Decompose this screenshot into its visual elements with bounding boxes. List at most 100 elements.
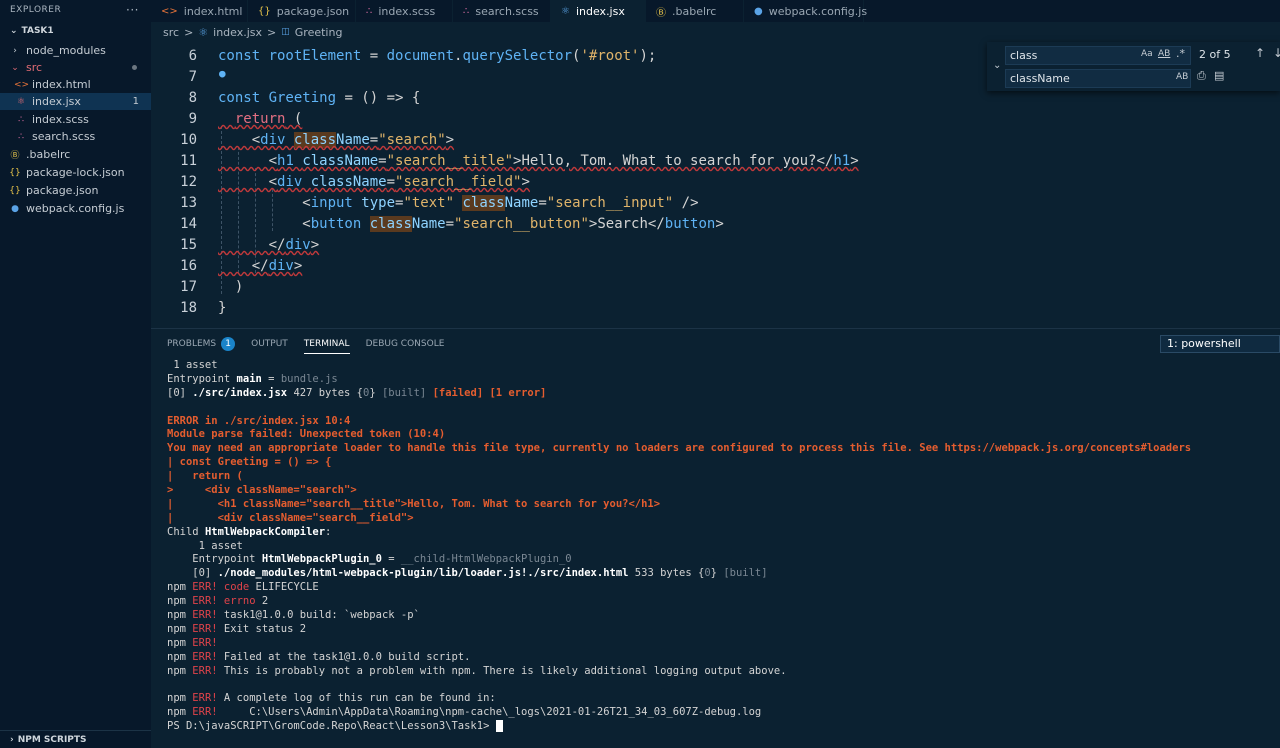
tree-item-label: .babelrc: [26, 148, 71, 161]
preserve-case-icon[interactable]: AB: [1176, 72, 1188, 82]
code-token: className: [302, 153, 379, 169]
tab-package-json[interactable]: {} package.json: [248, 0, 356, 22]
panel-tab-problems[interactable]: PROBLEMS 1: [167, 337, 236, 354]
tree-item-src[interactable]: ⌄ src: [0, 59, 151, 76]
terminal-line: | return (: [167, 470, 1267, 484]
toggle-replace-icon[interactable]: ⌄: [993, 60, 1001, 71]
tab-index-scss[interactable]: ∴ index.scss: [356, 0, 453, 22]
tree-item-webpack-config-js[interactable]: ● webpack.config.js: [0, 200, 151, 217]
code-token: <: [218, 195, 311, 211]
code-token: <: [218, 174, 278, 190]
tree-item-search-scss[interactable]: ∴ search.scss: [0, 128, 151, 145]
replace-input[interactable]: className: [1005, 69, 1191, 88]
panel-tabs: PROBLEMS 1 OUTPUT TERMINAL DEBUG CONSOLE: [167, 337, 444, 354]
terminal-text: }: [710, 567, 724, 580]
terminal-line: 1 asset: [167, 359, 1267, 373]
code-token: Name: [411, 216, 446, 232]
terminal-line: | <div className="search__field">: [167, 512, 1267, 526]
replace-all-icon[interactable]: ▤: [1214, 69, 1224, 82]
tab-index-html[interactable]: <> index.html: [151, 0, 248, 22]
chevron-down-icon: ⌄: [10, 26, 18, 36]
replace-icon[interactable]: ⎙: [1197, 69, 1206, 83]
code-token: Name: [504, 195, 539, 211]
tree-item-label: index.scss: [32, 113, 89, 126]
code-token: "search__button": [454, 216, 589, 232]
terminal-text: ERR!: [192, 609, 218, 622]
project-folder-header[interactable]: ⌄ TASK1: [0, 20, 151, 42]
code-token: >: [850, 153, 859, 169]
code-text: const Greeting = () => {: [218, 88, 420, 109]
panel-tab-debug-console[interactable]: DEBUG CONSOLE: [366, 337, 445, 354]
lightbulb-icon[interactable]: ●: [219, 67, 226, 80]
code-line: 8 const Greeting = () => {: [151, 88, 1280, 109]
code-line: 13 <input type="text" className="search_…: [151, 193, 1280, 214]
breadcrumb-file[interactable]: index.jsx: [213, 26, 262, 39]
terminal-line: npm ERR! Failed at the task1@1.0.0 build…: [167, 651, 1267, 665]
breadcrumb-symbol[interactable]: Greeting: [295, 26, 343, 39]
npm-scripts-label: NPM SCRIPTS: [17, 734, 87, 745]
explorer-header: EXPLORER ···: [0, 0, 151, 20]
terminal-text: Child: [167, 525, 205, 538]
code-token: >Search</: [588, 216, 665, 232]
tab-webpack-config-js[interactable]: ● webpack.config.js: [744, 0, 867, 22]
code-token: h1: [833, 153, 851, 169]
tree-item-package-lock-json[interactable]: {} package-lock.json: [0, 164, 151, 181]
code-text: }: [218, 298, 226, 319]
tab-babelrc[interactable]: Ⓑ .babelrc: [646, 0, 744, 22]
line-number: 13: [180, 195, 197, 211]
code-line: 10 <div className="search">: [151, 130, 1280, 151]
panel-tab-output[interactable]: OUTPUT: [251, 337, 288, 354]
code-token: querySelector: [462, 48, 573, 64]
regex-icon[interactable]: .*: [1176, 47, 1185, 60]
code-token: button: [310, 216, 370, 232]
npm-scripts-section[interactable]: › NPM SCRIPTS: [0, 730, 151, 748]
code-token: button: [664, 216, 716, 232]
terminal-text: You may need an appropriate loader to ha…: [167, 442, 1192, 455]
problems-count-badge: 1: [221, 337, 236, 351]
code-token: "search": [378, 132, 446, 148]
chevron-right-icon: ›: [10, 734, 14, 745]
panel-tab-terminal[interactable]: TERMINAL: [303, 337, 350, 354]
breadcrumb: src > ⚛ index.jsx > ◫ Greeting: [151, 22, 1280, 42]
file-type-icon: ›: [13, 45, 17, 56]
terminal-line: npm ERR! Exit status 2: [167, 623, 1267, 637]
file-type-icon: ∴: [18, 131, 24, 142]
terminal-text: 1 asset: [167, 539, 243, 552]
next-match-icon[interactable]: ↓: [1273, 46, 1280, 60]
tree-item-index-scss[interactable]: ∴ index.scss: [0, 111, 151, 128]
terminal-text: ERR!: [192, 622, 218, 635]
terminal-line: npm ERR! task1@1.0.0 build: `webpack -p`: [167, 609, 1267, 623]
file-type-icon: ⚛: [16, 96, 26, 107]
line-number: 6: [188, 48, 197, 64]
code-text: ): [218, 277, 243, 298]
code-token: =: [361, 48, 387, 64]
file-type-icon: ∴: [463, 5, 470, 17]
code-token: h1: [277, 153, 303, 169]
terminal-output[interactable]: 1 asset Entrypoint main = bundle.js [0] ./…: [167, 359, 1267, 734]
breadcrumb-folder[interactable]: src: [163, 26, 179, 39]
tree-item-package-json[interactable]: {} package.json: [0, 182, 151, 199]
match-case-icon[interactable]: Aa: [1141, 49, 1153, 59]
terminal-text: [1 error]: [489, 386, 547, 399]
tree-item-node-modules[interactable]: › node_modules: [0, 42, 151, 59]
tree-item-babelrc[interactable]: Ⓑ .babelrc: [0, 146, 151, 163]
terminal-text: npm: [167, 650, 193, 663]
previous-match-icon[interactable]: ↑: [1255, 46, 1265, 60]
more-actions-icon[interactable]: ···: [126, 3, 139, 17]
bottom-panel: PROBLEMS 1 OUTPUT TERMINAL DEBUG CONSOLE 1: …: [151, 328, 1280, 748]
terminal-text: ELIFECYCLE: [249, 581, 319, 594]
terminal-text: [0]: [167, 386, 193, 399]
tab-search-scss[interactable]: ∴ search.scss: [453, 0, 551, 22]
tree-item-index-html[interactable]: <> index.html: [0, 76, 151, 93]
tree-item-index-jsx[interactable]: ⚛ index.jsx 1: [0, 93, 151, 110]
code-token: div: [268, 258, 294, 274]
panel-tab-label: OUTPUT: [251, 339, 288, 349]
terminal-line: You may need an appropriate loader to ha…: [167, 442, 1267, 456]
terminal-line: Entrypoint main = bundle.js: [167, 373, 1267, 387]
terminal-select[interactable]: 1: powershell: [1160, 335, 1280, 353]
terminal-text: [0]: [167, 567, 218, 580]
match-word-icon[interactable]: AB: [1158, 49, 1170, 59]
code-token: = () => {: [336, 90, 421, 106]
terminal-text: ERR!: [192, 595, 218, 608]
tab-index-jsx[interactable]: ⚛ index.jsx: [551, 0, 646, 22]
